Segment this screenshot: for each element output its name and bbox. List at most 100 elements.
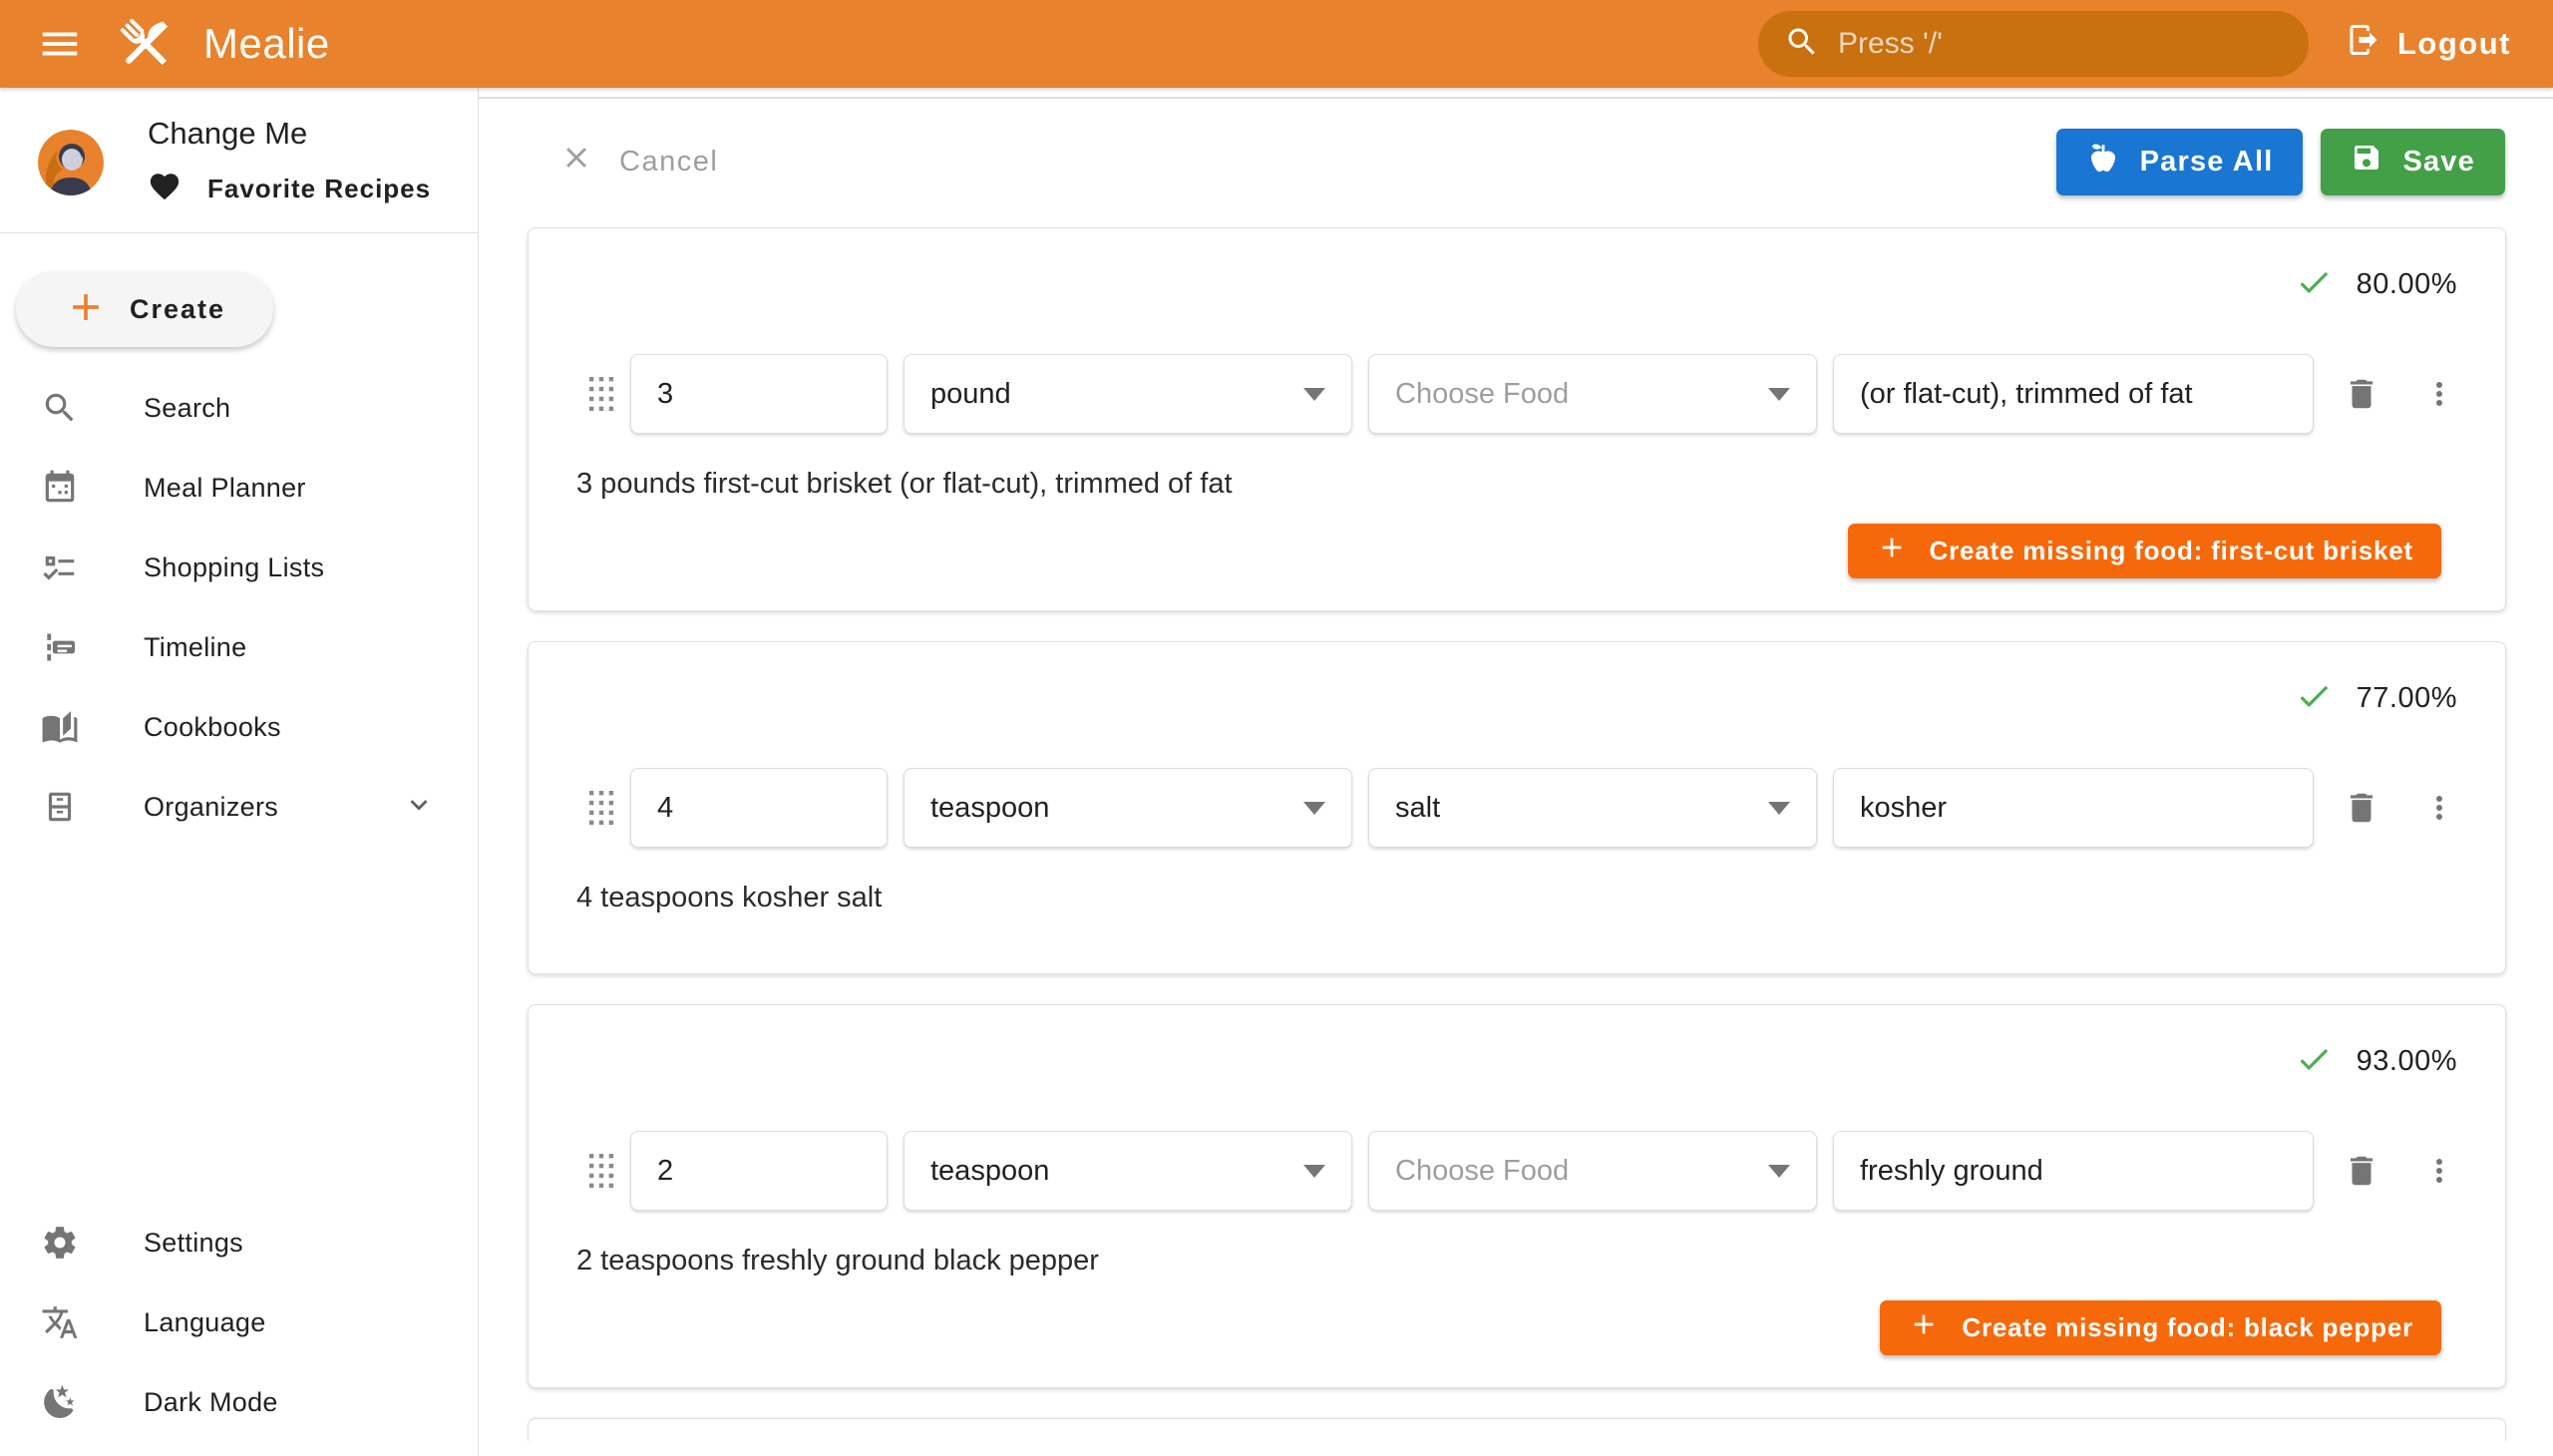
unit-value: teaspoon (930, 1155, 1049, 1188)
translate-icon (40, 1302, 80, 1342)
quantity-input[interactable] (630, 1131, 888, 1211)
chevron-down-icon (402, 788, 436, 827)
ingredient-fields-row: teaspoon Choose Food (529, 1131, 2505, 1211)
food-select[interactable]: Choose Food (1368, 354, 1817, 434)
ingredient-menu-button[interactable] (2415, 370, 2463, 418)
sidebar-item-shopping-lists[interactable]: Shopping Lists (0, 528, 478, 607)
favorite-recipes-link[interactable]: Favorite Recipes (148, 170, 431, 208)
confidence-row: 80.00% (529, 264, 2505, 304)
sidebar-item-timeline[interactable]: Timeline (0, 607, 478, 687)
sidebar-item-label: Language (144, 1307, 266, 1338)
parse-all-button[interactable]: Parse All (2056, 129, 2304, 195)
sidebar-item-search[interactable]: Search (0, 368, 478, 448)
delete-ingredient-button[interactable] (2338, 370, 2385, 418)
drag-handle-icon[interactable] (588, 791, 614, 825)
menu-icon[interactable] (24, 14, 96, 74)
parse-all-label: Parse All (2140, 146, 2274, 179)
delete-ingredient-button[interactable] (2338, 1147, 2385, 1195)
ingredient-menu-button[interactable] (2415, 784, 2463, 832)
food-select[interactable]: Choose Food (1368, 1131, 1817, 1211)
dropdown-caret-icon (1768, 388, 1790, 401)
food-select[interactable]: salt (1368, 768, 1817, 848)
search-icon (40, 388, 80, 428)
ingredient-card-partial (528, 1418, 2506, 1441)
logout-label: Logout (2397, 26, 2511, 62)
quantity-input[interactable] (630, 354, 888, 434)
app-header: Mealie Press '/' Logout (0, 0, 2553, 88)
sidebar-item-label: Dark Mode (144, 1387, 278, 1418)
ingredient-fields-row: teaspoon salt (529, 768, 2505, 848)
sidebar-footer: Settings Language Dark Mode (0, 1203, 478, 1456)
confidence-value: 80.00% (2357, 268, 2457, 301)
ingredient-menu-button[interactable] (2415, 1147, 2463, 1195)
dropdown-caret-icon (1768, 1165, 1790, 1178)
sidebar-item-label: Settings (144, 1228, 243, 1259)
avatar (38, 130, 104, 195)
sidebar-item-label: Meal Planner (144, 473, 306, 504)
sidebar: Change Me Favorite Recipes Create Search (0, 88, 479, 1456)
search-input[interactable]: Press '/' (1758, 11, 2309, 77)
sidebar-item-label: Timeline (144, 632, 246, 663)
cancel-label: Cancel (619, 146, 718, 179)
food-value: Choose Food (1395, 1155, 1569, 1188)
sidebar-item-label: Shopping Lists (144, 552, 324, 583)
confidence-row: 77.00% (529, 678, 2505, 718)
sidebar-nav: Search Meal Planner Shopping Lists Timel… (0, 368, 478, 847)
drawer-icon (40, 787, 80, 827)
sidebar-item-label: Organizers (144, 792, 278, 823)
save-label: Save (2402, 146, 2475, 179)
plus-icon (1908, 1308, 1962, 1347)
food-value: salt (1395, 792, 1440, 825)
save-icon (2351, 142, 2402, 182)
sidebar-item-language[interactable]: Language (0, 1282, 478, 1362)
ingredient-card: 77.00% teaspoon salt 4 teaspoons kos (528, 641, 2506, 974)
confidence-row: 93.00% (529, 1041, 2505, 1081)
ingredient-card: 80.00% pound Choose Food 3 pounds fi (528, 227, 2506, 611)
apple-icon (2086, 141, 2140, 182)
dropdown-caret-icon (1768, 802, 1790, 815)
unit-select[interactable]: teaspoon (904, 1131, 1352, 1211)
unit-value: teaspoon (930, 792, 1049, 825)
sidebar-item-organizers[interactable]: Organizers (0, 767, 478, 847)
main-content: Cancel Parse All Save 80.00% (480, 99, 2553, 1456)
sidebar-item-label: Search (144, 393, 230, 424)
note-input[interactable] (1833, 354, 2314, 434)
create-button[interactable]: Create (16, 271, 273, 347)
ingredient-fields-row: pound Choose Food (529, 354, 2505, 434)
create-missing-food-label: Create missing food: black pepper (1962, 1312, 2413, 1343)
unit-value: pound (930, 378, 1011, 411)
parser-toolbar: Cancel Parse All Save (528, 128, 2505, 195)
sidebar-item-settings[interactable]: Settings (0, 1203, 478, 1282)
missing-food-row: Create missing food: black pepper (529, 1280, 2505, 1387)
unit-select[interactable]: teaspoon (904, 768, 1352, 848)
book-icon (40, 707, 80, 747)
create-missing-food-label: Create missing food: first-cut brisket (1930, 536, 2413, 566)
calendar-icon (40, 468, 80, 508)
heart-icon (148, 170, 182, 208)
create-missing-food-button[interactable]: Create missing food: black pepper (1880, 1300, 2441, 1355)
drag-handle-icon[interactable] (588, 1154, 614, 1188)
original-ingredient-text: 3 pounds first-cut brisket (or flat-cut)… (529, 468, 2505, 504)
unit-select[interactable]: pound (904, 354, 1352, 434)
note-input[interactable] (1833, 1131, 2314, 1211)
create-missing-food-button[interactable]: Create missing food: first-cut brisket (1848, 524, 2441, 578)
sidebar-item-cookbooks[interactable]: Cookbooks (0, 687, 478, 767)
original-ingredient-text: 4 teaspoons kosher salt (529, 882, 2505, 917)
logout-button[interactable]: Logout (2334, 12, 2523, 76)
check-icon (2295, 677, 2333, 720)
missing-food-row: Create missing food: first-cut brisket (529, 504, 2505, 610)
delete-ingredient-button[interactable] (2338, 784, 2385, 832)
cancel-button[interactable]: Cancel (559, 141, 718, 182)
sidebar-item-meal-planner[interactable]: Meal Planner (0, 448, 478, 528)
favorites-label: Favorite Recipes (207, 174, 431, 204)
note-input[interactable] (1833, 768, 2314, 848)
user-name: Change Me (148, 116, 431, 152)
drag-handle-icon[interactable] (588, 377, 614, 411)
close-icon (559, 141, 619, 182)
app-title: Mealie (203, 20, 330, 68)
mealie-logo-icon[interactable] (114, 12, 178, 76)
quantity-input[interactable] (630, 768, 888, 848)
user-profile[interactable]: Change Me Favorite Recipes (0, 88, 478, 233)
sidebar-item-dark-mode[interactable]: Dark Mode (0, 1362, 478, 1442)
save-button[interactable]: Save (2321, 129, 2505, 195)
